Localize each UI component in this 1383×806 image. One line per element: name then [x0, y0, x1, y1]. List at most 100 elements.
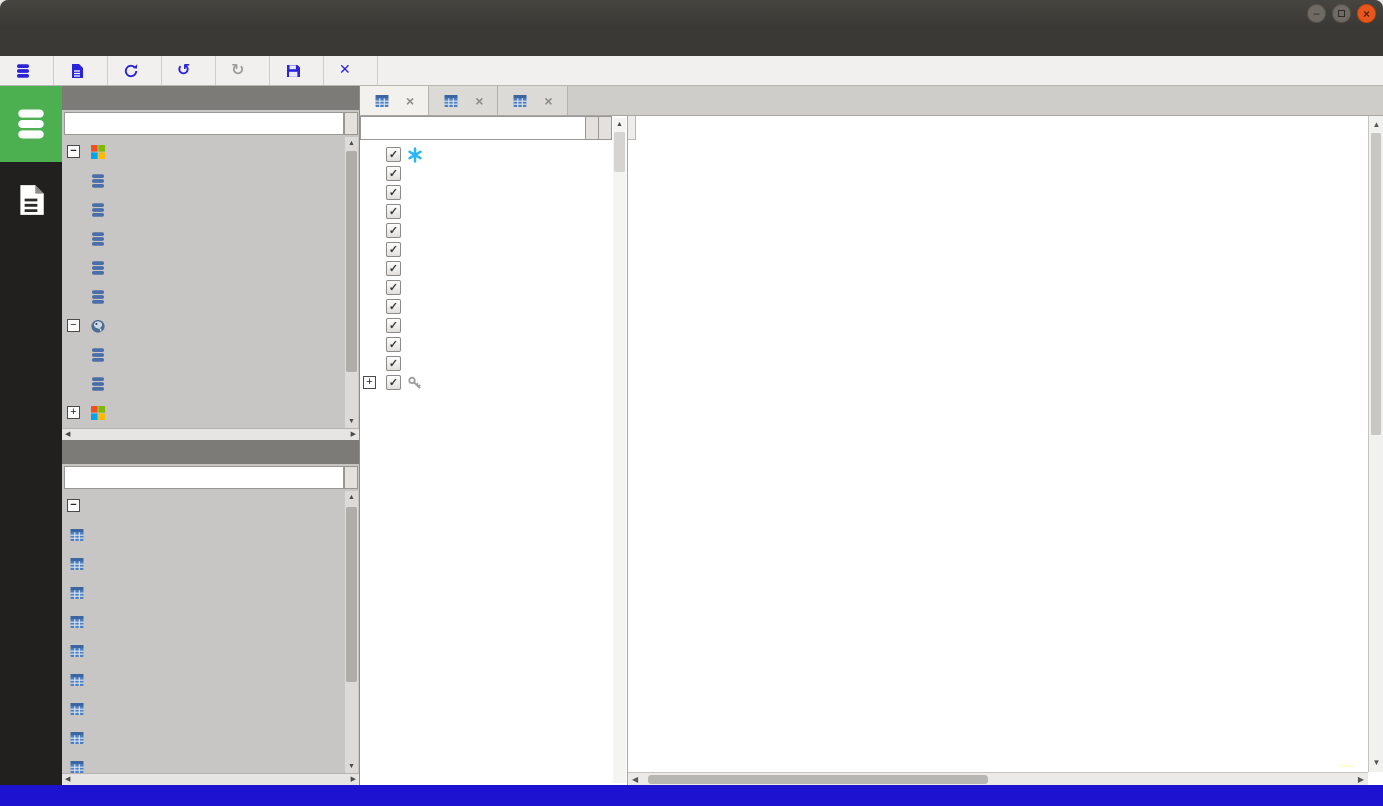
scrollbar-thumb[interactable] [614, 132, 625, 172]
scroll-down-icon[interactable]: ▼ [345, 415, 358, 428]
table-item-dbo-artist[interactable] [62, 549, 343, 578]
tables-hscrollbar[interactable]: ◀ ▶ [62, 773, 359, 785]
tables-group-row[interactable]: − [62, 491, 343, 520]
connection-item-msdb[interactable] [62, 253, 343, 282]
tab-artist[interactable]: × [498, 86, 568, 115]
scroll-up-icon[interactable]: ▲ [1369, 118, 1383, 132]
show-column-button[interactable] [599, 116, 612, 140]
scrollbar-thumb[interactable] [346, 151, 357, 373]
connection-item-model[interactable] [62, 224, 343, 253]
tab-employee[interactable]: × [429, 86, 499, 115]
table-item-dbo-album[interactable] [62, 520, 343, 549]
close-button[interactable]: × [1357, 4, 1376, 23]
menu-file[interactable] [4, 28, 26, 56]
table-item-dbo-mediatype[interactable] [62, 723, 343, 752]
checkbox-checked-icon[interactable]: ✓ [386, 375, 401, 390]
scroll-down-icon[interactable]: ▼ [345, 760, 358, 773]
column-toggle-state[interactable]: ✓ [360, 259, 627, 278]
toolbar-revert-button[interactable]: ✕ [324, 56, 378, 85]
column-toggle-company[interactable]: ✓ [360, 202, 627, 221]
toolbar-save-button[interactable] [270, 56, 324, 85]
table-item-dbo-playlist[interactable] [62, 752, 343, 773]
column-toggle-postalcode[interactable]: ✓ [360, 297, 627, 316]
column-toggle-country[interactable]: ✓ [360, 278, 627, 297]
tables-refresh-button[interactable] [344, 466, 358, 489]
toolbar-refresh-button[interactable] [108, 56, 162, 85]
checkbox-checked-icon[interactable]: ✓ [386, 318, 401, 333]
column-toggle-fax[interactable]: ✓ [360, 335, 627, 354]
connections-hscrollbar[interactable]: ◀ ▶ [62, 428, 359, 440]
hide-column-button[interactable] [586, 116, 599, 140]
checkbox-checked-icon[interactable]: ✓ [386, 299, 401, 314]
table-item-dbo-genre[interactable] [62, 636, 343, 665]
menu-edit[interactable] [26, 28, 48, 56]
checkbox-checked-icon[interactable]: ✓ [386, 280, 401, 295]
tab-close-icon[interactable]: × [475, 93, 483, 109]
menu-window[interactable] [70, 28, 92, 56]
connection-item-tempdb[interactable] [62, 282, 343, 311]
grid-vscrollbar[interactable]: ▲ ▼ [1368, 116, 1383, 772]
column-manager-vscrollbar[interactable]: ▲ [613, 118, 626, 783]
rail-connections-button[interactable] [0, 86, 62, 162]
scroll-down-icon[interactable]: ▼ [1369, 756, 1383, 770]
scroll-left-icon[interactable]: ◀ [65, 429, 70, 441]
connection-item-postgre-local[interactable]: − [62, 311, 343, 340]
rail-files-button[interactable] [0, 162, 62, 238]
column-toggle-lastname[interactable]: ✓ [360, 183, 627, 202]
connection-item-chinook[interactable] [62, 166, 343, 195]
column-toggle-city[interactable]: ✓ [360, 240, 627, 259]
scroll-up-icon[interactable]: ▲ [345, 491, 358, 504]
column-toggle-firstname[interactable]: ✓ [360, 164, 627, 183]
expand-icon[interactable]: + [363, 376, 376, 389]
connection-item-postgres[interactable] [62, 340, 343, 369]
scrollbar-thumb[interactable] [648, 775, 989, 784]
checkbox-checked-icon[interactable]: ✓ [386, 147, 401, 162]
tab-customer[interactable]: × [360, 86, 430, 115]
toolbar-add-connection-button[interactable] [0, 56, 54, 85]
checkbox-checked-icon[interactable]: ✓ [386, 185, 401, 200]
connections-refresh-button[interactable] [344, 112, 358, 135]
toolbar-undo-button[interactable]: ↺ [162, 56, 216, 85]
checkbox-checked-icon[interactable]: ✓ [386, 204, 401, 219]
tables-search-input[interactable] [64, 466, 344, 489]
scroll-right-icon[interactable]: ▶ [351, 429, 356, 441]
tables-vscrollbar[interactable]: ▲ ▼ [345, 491, 358, 773]
scrollbar-thumb[interactable] [346, 507, 357, 682]
minimize-button[interactable]: − [1307, 4, 1326, 23]
menu-view[interactable] [48, 28, 70, 56]
grid-hscrollbar[interactable]: ◀ ▶ [628, 772, 1368, 785]
checkbox-checked-icon[interactable]: ✓ [386, 356, 401, 371]
column-toggle-phone[interactable]: ✓ [360, 316, 627, 335]
table-item-dbo-employee[interactable] [62, 607, 343, 636]
checkbox-checked-icon[interactable]: ✓ [386, 166, 401, 181]
toolbar-redo-button[interactable]: ↻ [216, 56, 270, 85]
connection-search-input[interactable] [64, 112, 344, 135]
scrollbar-thumb[interactable] [1371, 133, 1381, 435]
connection-item-chinook[interactable] [62, 369, 343, 398]
collapse-icon[interactable]: − [67, 499, 80, 512]
titlebar[interactable]: − × [0, 0, 1383, 28]
scroll-up-icon[interactable]: ▲ [345, 137, 358, 150]
connection-item-ms-sql-local[interactable]: − [62, 137, 343, 166]
table-item-dbo-invoice[interactable] [62, 665, 343, 694]
tab-close-icon[interactable]: × [544, 93, 552, 109]
checkbox-checked-icon[interactable]: ✓ [386, 242, 401, 257]
expand-icon[interactable]: + [67, 406, 80, 419]
table-item-dbo-invoiceline[interactable] [62, 694, 343, 723]
scroll-up-icon[interactable]: ▲ [613, 118, 626, 131]
tab-close-icon[interactable]: × [406, 93, 414, 109]
column-toggle-supportrepid[interactable]: + ✓ [360, 373, 627, 392]
column-toggle-customerid[interactable]: ✓ [360, 145, 627, 164]
checkbox-checked-icon[interactable]: ✓ [386, 261, 401, 276]
column-toggle-email[interactable]: ✓ [360, 354, 627, 373]
column-toggle-address[interactable]: ✓ [360, 221, 627, 240]
maximize-button[interactable] [1332, 4, 1351, 23]
collapse-icon[interactable]: − [67, 319, 80, 332]
menu-help[interactable] [92, 28, 114, 56]
connection-item-ms-sql-2[interactable]: + [62, 398, 343, 427]
toolbar-new-query-button[interactable] [54, 56, 108, 85]
checkbox-checked-icon[interactable]: ✓ [386, 337, 401, 352]
collapse-icon[interactable]: − [67, 145, 80, 158]
connections-vscrollbar[interactable]: ▲ ▼ [345, 137, 358, 428]
table-item-dbo-customer[interactable] [62, 578, 343, 607]
